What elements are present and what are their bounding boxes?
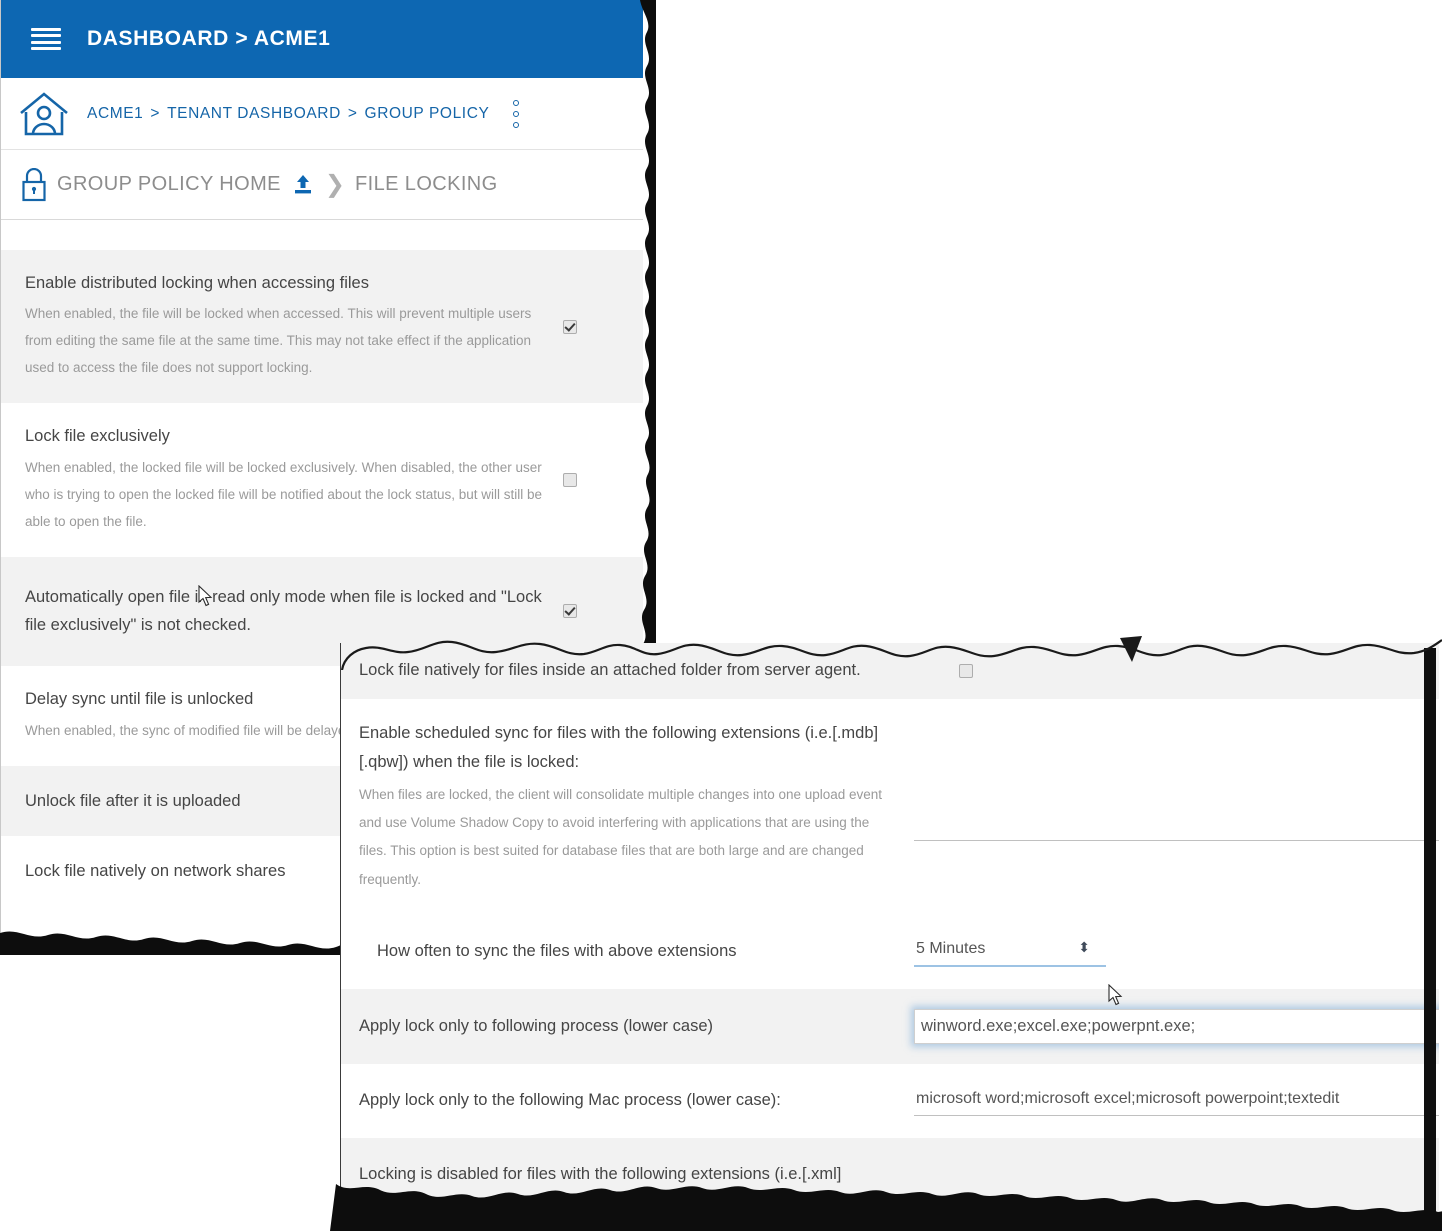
setting-row-distributed-locking[interactable]: Enable distributed locking when accessin… [1,250,643,404]
sync-interval-select[interactable]: 5 Minutes ⬍ [914,936,1106,968]
file-locking-settings-window: Lock file natively for files inside an a… [340,643,1439,1225]
lock-icon [22,167,46,201]
setting-row-disabled-extensions[interactable]: Locking is disabled for files with the f… [341,1138,1439,1225]
setting-description: When enabled, the file will be locked wh… [25,306,532,376]
breadcrumb: ACME1 > TENANT DASHBOARD > GROUP POLICY [1,78,643,150]
mac-process-input[interactable] [914,1086,1439,1117]
page-header: GROUP POLICY HOME ❯ FILE LOCKING [1,150,643,220]
setting-row-lock-exclusively[interactable]: Lock file exclusively When enabled, the … [1,403,643,557]
disabled-extensions-input[interactable] [914,1202,1439,1225]
setting-title: Enable scheduled sync for files with the… [359,723,879,771]
checkbox-native-lock-server-agent[interactable] [959,663,973,678]
chevron-right-icon: ❯ [324,170,345,198]
checkbox-distributed-locking[interactable] [563,319,577,334]
sync-interval-value: 5 Minutes [916,940,986,958]
setting-label: Apply lock only to following process (lo… [359,1016,713,1035]
updown-arrow-icon: ⬍ [1078,939,1090,956]
setting-title: Lock file exclusively [25,427,170,446]
page-title: FILE LOCKING [355,173,498,195]
kebab-menu-icon[interactable] [513,99,520,128]
setting-row-windows-process[interactable]: Apply lock only to following process (lo… [341,989,1439,1065]
breadcrumb-item-2[interactable]: GROUP POLICY [365,105,490,123]
setting-title: Automatically open file in read only mod… [25,587,542,635]
setting-title: Enable distributed locking when accessin… [25,274,369,292]
topbar-title: DASHBOARD > ACME1 [87,27,331,50]
breadcrumb-item-0[interactable]: ACME1 [87,105,143,123]
hamburger-icon[interactable] [31,28,61,50]
windows-process-input[interactable] [914,1009,1439,1045]
setting-label: Apply lock only to the following Mac pro… [359,1091,781,1110]
setting-description: When enabled, the locked file will be lo… [25,459,543,529]
breadcrumb-item-1[interactable]: TENANT DASHBOARD [167,105,341,123]
setting-label: How often to sync the files with above e… [377,941,737,960]
setting-title: Lock file natively for files inside an a… [359,661,861,679]
breadcrumb-sep-1: > [347,104,358,122]
window-edge-shadow [1424,648,1436,1224]
setting-label: Locking is disabled for files with the f… [359,1165,842,1212]
checkbox-lock-exclusively[interactable] [563,472,577,487]
content-spacer [1,220,643,250]
setting-row-scheduled-sync[interactable]: Enable scheduled sync for files with the… [341,699,1439,914]
setting-row-mac-process[interactable]: Apply lock only to the following Mac pro… [341,1064,1439,1138]
home-user-icon[interactable] [17,91,71,137]
scheduled-sync-extensions-input[interactable] [914,810,1439,841]
upload-icon[interactable] [291,173,315,197]
app-topbar: DASHBOARD > ACME1 [1,0,643,78]
checkbox-read-only-mode[interactable] [563,604,577,619]
setting-row-native-lock-server-agent[interactable]: Lock file natively for files inside an a… [341,643,1439,699]
group-policy-home-link[interactable]: GROUP POLICY HOME [57,173,281,196]
setting-description: When files are locked, the client will c… [359,786,883,887]
setting-row-sync-interval[interactable]: How often to sync the files with above e… [341,914,1439,989]
breadcrumb-sep-0: > [150,104,161,122]
